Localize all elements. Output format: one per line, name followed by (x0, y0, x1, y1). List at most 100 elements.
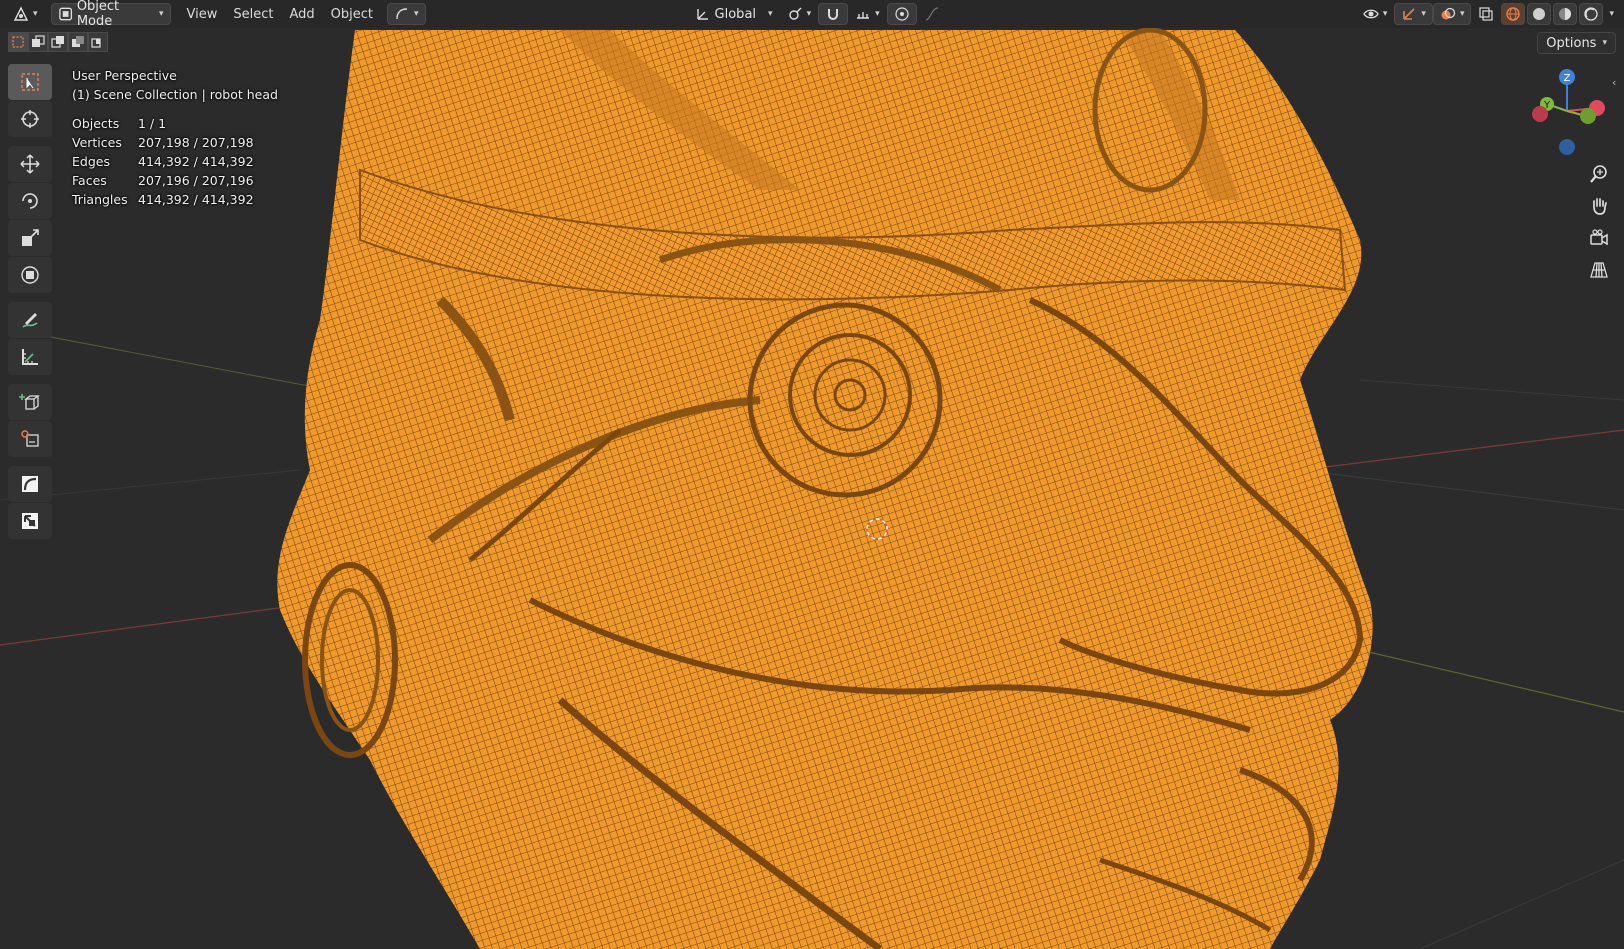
select-intersect-icon (91, 38, 101, 48)
tool-bend[interactable] (8, 503, 52, 539)
shading-solid-button[interactable] (1527, 3, 1552, 25)
chevron-down-icon: ▾ (1459, 9, 1465, 19)
shading-rendered-button[interactable] (1579, 3, 1604, 25)
select-extend-button[interactable] (28, 32, 48, 52)
pan-hand-icon (1593, 198, 1607, 215)
shading-options-dropdown[interactable]: ▾ (1605, 3, 1618, 25)
eye-icon (1363, 9, 1379, 19)
move-icon (20, 154, 40, 174)
magnet-icon (828, 9, 839, 20)
proportional-edit-icon (895, 7, 909, 21)
chevron-down-icon: ▾ (1609, 9, 1614, 19)
chevron-down-icon: ▾ (875, 9, 880, 19)
gizmo-neg-z-axis[interactable] (1559, 139, 1575, 155)
curve-icon (396, 8, 408, 20)
menu-view[interactable]: View (179, 3, 226, 25)
solid-sphere-icon (1533, 8, 1546, 20)
tool-add-object[interactable] (8, 421, 52, 457)
shear-icon (22, 476, 38, 492)
navigation-buttons (1583, 158, 1615, 286)
viewport-header: ▾ Object Mode ▾ View Select Add Object ▾… (0, 0, 1624, 29)
gizmo-toggle[interactable]: ▾ (1394, 3, 1433, 25)
falloff-button[interactable] (917, 3, 947, 25)
select-subtract-button[interactable] (48, 32, 68, 52)
ortho-grid-icon (1590, 262, 1608, 278)
stat-row-triangles: Triangles 414,392 / 414,392 (72, 192, 254, 207)
tool-shear[interactable] (8, 466, 52, 502)
rotate-icon (22, 193, 38, 209)
select-new-button[interactable] (8, 32, 28, 52)
tool-transform[interactable] (8, 257, 52, 293)
tool-cursor[interactable] (8, 101, 52, 137)
zoom-button[interactable] (1583, 158, 1615, 190)
rendered-sphere-icon (1584, 7, 1599, 21)
add-cube-icon (19, 394, 40, 410)
gizmo-neg-y-axis[interactable] (1580, 108, 1596, 124)
add-object-icon (21, 430, 39, 447)
pan-button[interactable] (1583, 190, 1615, 222)
chevron-down-icon: ▾ (414, 9, 419, 19)
stat-row-vertices: Vertices 207,198 / 207,198 (72, 135, 254, 150)
shading-material-button[interactable] (1553, 3, 1578, 25)
select-subtract-icon (51, 36, 64, 48)
sidebar-collapse-arrow-icon[interactable]: ‹ (1612, 76, 1616, 89)
tool-move[interactable] (8, 146, 52, 182)
robot-head-mesh[interactable] (277, 27, 1373, 949)
editor-type-icon (13, 6, 29, 21)
navigation-gizmo[interactable]: Z Y (1520, 66, 1610, 156)
mode-label: Object Mode (76, 0, 120, 29)
proportional-edit-toggle[interactable] (886, 3, 917, 25)
zoom-icon (1590, 165, 1607, 183)
snap-increment-icon (857, 12, 870, 19)
stat-row-edges: Edges 414,392 / 414,392 (72, 154, 254, 169)
tool-measure[interactable] (8, 339, 52, 375)
gizmo-toggle-dropdown[interactable]: ▾ (387, 3, 426, 25)
chevron-down-icon: ▾ (33, 9, 38, 19)
visibility-dropdown[interactable]: ▾ (1356, 3, 1395, 25)
chevron-down-icon: ▾ (1421, 9, 1426, 19)
tool-select-box[interactable] (8, 64, 52, 100)
tool-annotate[interactable] (8, 302, 52, 338)
transform-icon (21, 266, 39, 284)
select-difference-icon (72, 36, 84, 47)
stat-row-faces: Faces 207,196 / 207,196 (72, 173, 254, 188)
snap-target-dropdown[interactable]: ▾ (848, 3, 887, 25)
select-new-icon (12, 36, 24, 48)
options-dropdown[interactable]: Options ▾ (1537, 32, 1616, 54)
tool-settings-row: Options ▾ (0, 30, 1624, 54)
gizmo-neg-x-axis[interactable] (1532, 106, 1548, 122)
shading-wireframe-button[interactable] (1501, 3, 1526, 25)
pivot-icon (788, 7, 802, 20)
snap-toggle[interactable] (818, 3, 849, 25)
select-intersect-button[interactable] (88, 32, 108, 52)
view-name: User Perspective (72, 68, 177, 83)
scene-statistics: Objects 1 / 1 Vertices 207,198 / 207,198 E… (72, 114, 278, 209)
ortho-toggle-button[interactable] (1583, 254, 1615, 286)
overlays-toggle[interactable]: ▾ (1432, 3, 1472, 25)
falloff-icon (925, 7, 938, 21)
measure-icon (22, 349, 38, 365)
select-difference-button[interactable] (68, 32, 88, 52)
menu-object[interactable]: Object (323, 3, 381, 25)
xray-toggle[interactable] (1471, 3, 1501, 25)
editor-type-button[interactable]: ▾ (6, 3, 45, 25)
tool-add-cube[interactable] (8, 384, 52, 420)
stat-row-objects: Objects 1 / 1 (72, 116, 167, 131)
camera-view-button[interactable] (1583, 222, 1615, 254)
chevron-down-icon: ▾ (806, 9, 812, 19)
pivot-point-dropdown[interactable]: ▾ (780, 3, 819, 25)
mode-dropdown[interactable]: Object Mode ▾ (50, 0, 171, 29)
transform-orientation-dropdown[interactable]: Global ▾ (688, 3, 780, 25)
menu-select[interactable]: Select (225, 3, 281, 25)
object-mode-icon (58, 7, 72, 21)
select-extend-icon (32, 35, 45, 47)
collection-line: (1) Scene Collection | robot head (72, 87, 278, 102)
bend-icon (22, 513, 38, 529)
tool-rotate[interactable] (8, 183, 52, 219)
wireframe-sphere-icon (1506, 7, 1521, 21)
scale-icon (22, 229, 39, 246)
menu-add[interactable]: Add (282, 3, 323, 25)
cursor-icon (21, 110, 39, 128)
gizmo-z-label: Z (1564, 73, 1571, 84)
tool-scale[interactable] (8, 220, 52, 256)
